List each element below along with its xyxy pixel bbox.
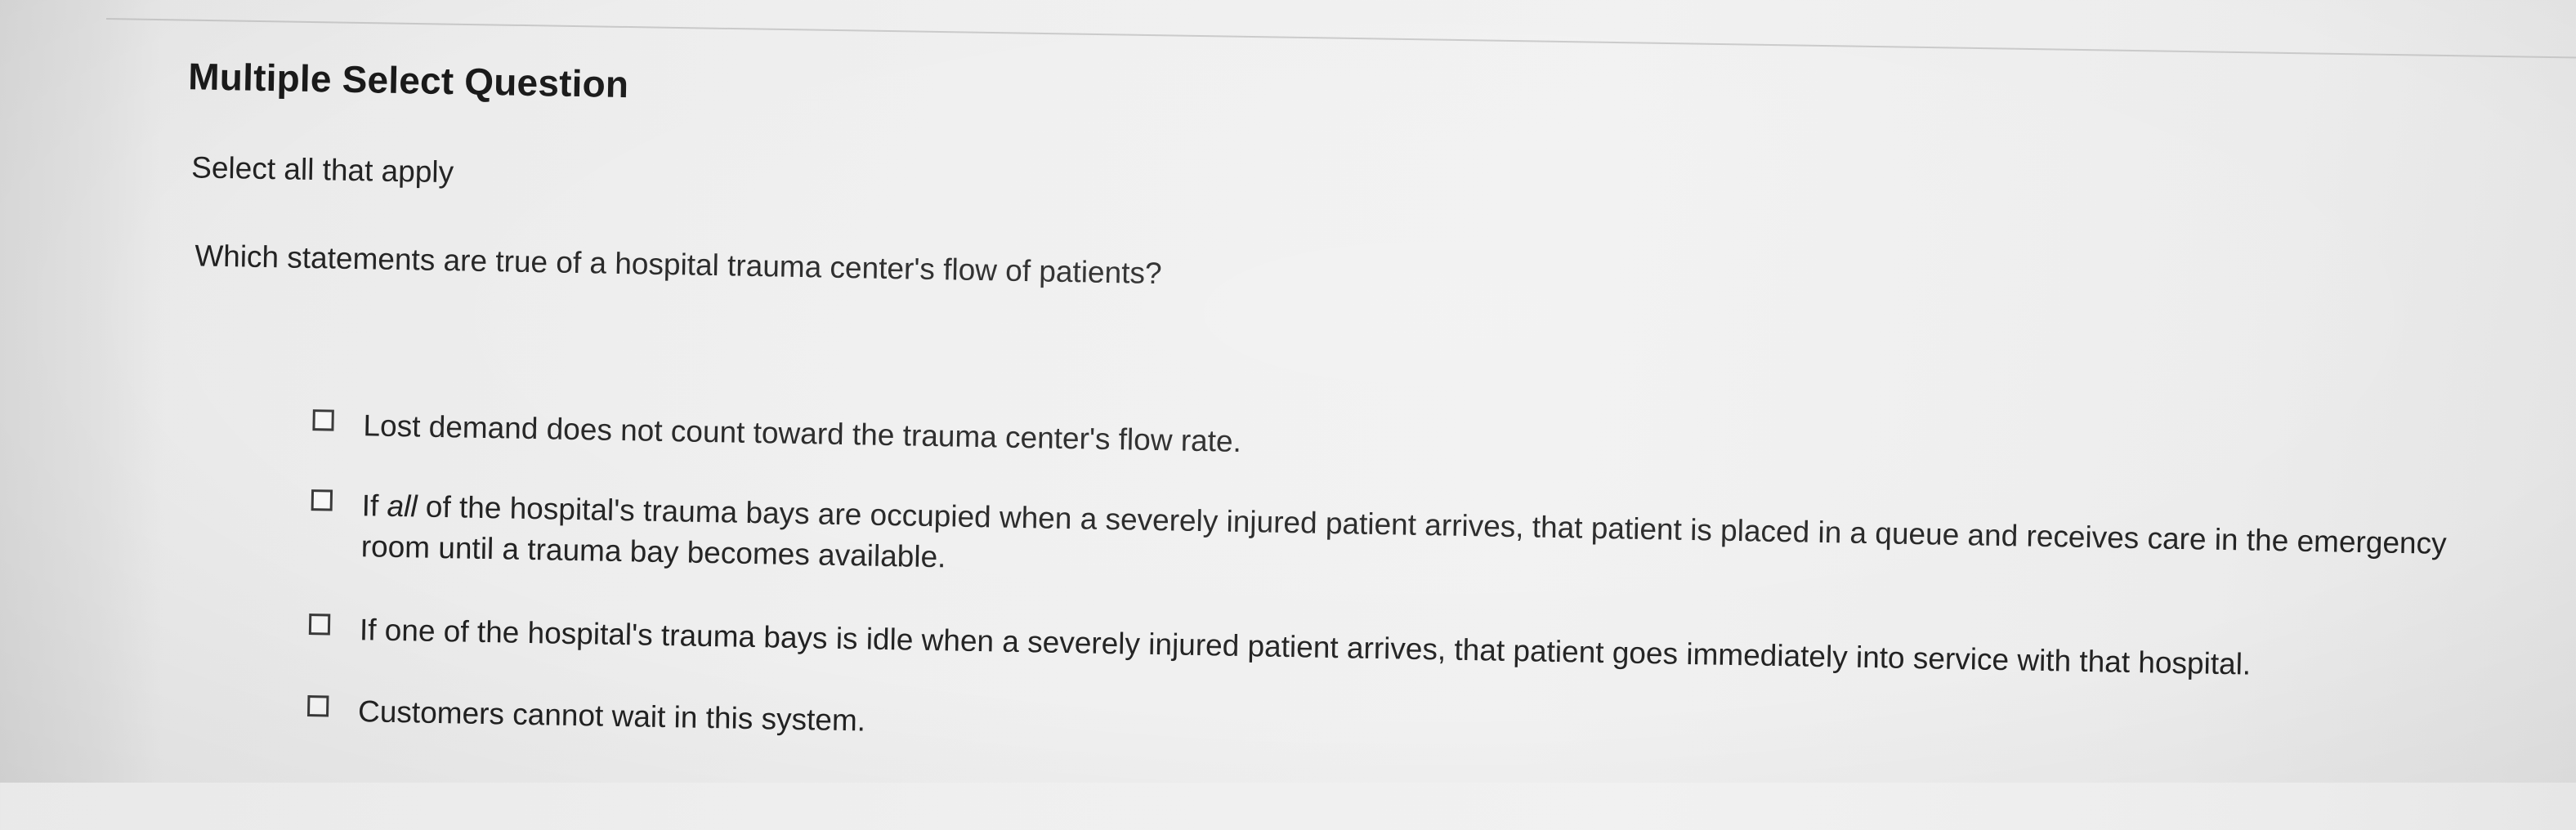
answer-option-label: If all of the hospital's trauma bays are… (360, 485, 2502, 606)
question-page: Multiple Select Question Select all that… (0, 0, 2576, 783)
checkbox-icon[interactable] (312, 409, 334, 431)
checkbox-icon[interactable] (308, 614, 331, 636)
answer-option-emphasis: all (387, 489, 418, 524)
answer-option-text-end: of the hospital's trauma bays are occupi… (360, 489, 2447, 574)
answer-option-label: Customers cannot wait in this system. (357, 694, 866, 738)
answer-option-3[interactable]: If one of the hospital's trauma bays is … (308, 609, 2252, 685)
question-instruction: Select all that apply (190, 150, 454, 190)
answer-option-text-start: If (361, 489, 387, 523)
checkbox-icon[interactable] (311, 489, 333, 511)
question-type-title: Multiple Select Question (187, 55, 629, 106)
answer-options: Lost demand does not count toward the tr… (306, 404, 2552, 738)
question-card: Multiple Select Question Select all that… (0, 0, 2575, 830)
answer-option-label: If one of the hospital's trauma bays is … (359, 613, 2252, 681)
checkbox-icon[interactable] (306, 695, 329, 717)
answer-option-1[interactable]: Lost demand does not count toward the tr… (312, 404, 1241, 462)
question-prompt: Which statements are true of a hospital … (194, 239, 1162, 291)
answer-option-2[interactable]: If all of the hospital's trauma bays are… (310, 484, 2517, 606)
answer-option-4[interactable]: Customers cannot wait in this system. (306, 690, 866, 742)
answer-option-label: Lost demand does not count toward the tr… (363, 408, 1242, 458)
